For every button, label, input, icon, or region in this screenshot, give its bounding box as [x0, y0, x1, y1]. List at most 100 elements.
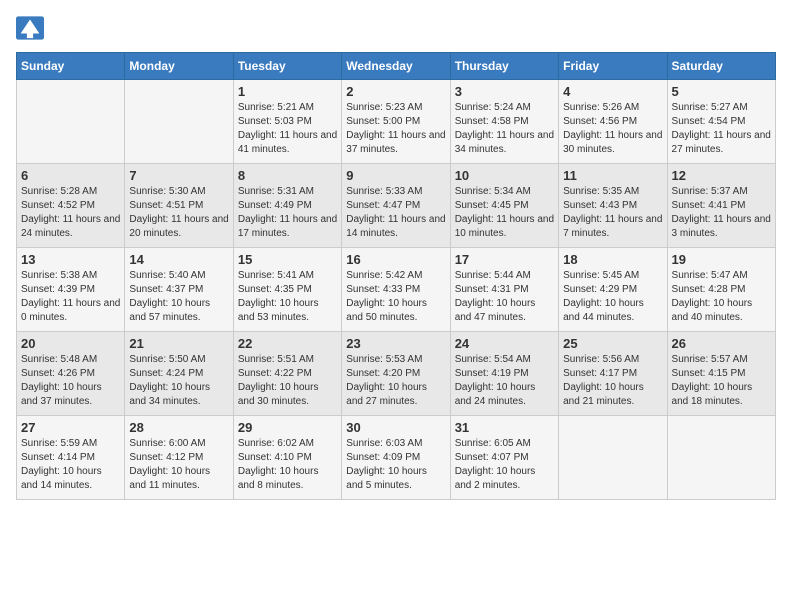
calendar-cell: 28 Sunrise: 6:00 AM Sunset: 4:12 PM Dayli…: [125, 416, 233, 500]
calendar-cell: 9 Sunrise: 5:33 AM Sunset: 4:47 PM Daylig…: [342, 164, 450, 248]
day-info: Sunrise: 5:30 AM Sunset: 4:51 PM Dayligh…: [129, 185, 228, 241]
day-number: 12: [672, 168, 771, 183]
page-header: [16, 16, 776, 40]
day-info: Sunrise: 5:41 AM Sunset: 4:35 PM Dayligh…: [238, 269, 337, 325]
day-info: Sunrise: 5:57 AM Sunset: 4:15 PM Dayligh…: [672, 353, 771, 409]
calendar-cell: 16Sunrise: 5:42 AM Sunset: 4:33 PM Dayli…: [342, 248, 450, 332]
day-number: 17: [455, 252, 554, 267]
calendar-week-row: 1 Sunrise: 5:21 AM Sunset: 5:03 PM Daylig…: [17, 80, 776, 164]
day-info: Sunrise: 6:00 AM Sunset: 4:12 PM Dayligh…: [129, 437, 228, 493]
day-number: 15: [238, 252, 337, 267]
day-info: Sunrise: 5:24 AM Sunset: 4:58 PM Dayligh…: [455, 101, 554, 157]
calendar-cell: 19 Sunrise: 5:47 AM Sunset: 4:28 PM Dayli…: [667, 248, 775, 332]
day-info: Sunrise: 5:26 AM Sunset: 4:56 PM Dayligh…: [563, 101, 662, 157]
weekday-header: Monday: [125, 53, 233, 80]
calendar-cell: 5Sunrise: 5:27 AM Sunset: 4:54 PM Daylig…: [667, 80, 775, 164]
day-info: Sunrise: 5:31 AM Sunset: 4:49 PM Dayligh…: [238, 185, 337, 241]
day-number: 11: [563, 168, 662, 183]
day-info: Sunrise: 5:28 AM Sunset: 4:52 PM Dayligh…: [21, 185, 120, 241]
day-info: Sunrise: 5:53 AM Sunset: 4:20 PM Dayligh…: [346, 353, 445, 409]
calendar-cell: 22Sunrise: 5:51 AM Sunset: 4:22 PM Dayli…: [233, 332, 341, 416]
day-info: Sunrise: 5:21 AM Sunset: 5:03 PM Dayligh…: [238, 101, 337, 157]
calendar-week-row: 27 Sunrise: 5:59 AM Sunset: 4:14 PM Dayli…: [17, 416, 776, 500]
calendar-cell: 31 Sunrise: 6:05 AM Sunset: 4:07 PM Dayli…: [450, 416, 558, 500]
day-info: Sunrise: 5:59 AM Sunset: 4:14 PM Dayligh…: [21, 437, 120, 493]
day-info: Sunrise: 5:50 AM Sunset: 4:24 PM Dayligh…: [129, 353, 228, 409]
day-info: Sunrise: 5:56 AM Sunset: 4:17 PM Dayligh…: [563, 353, 662, 409]
calendar-cell: 30 Sunrise: 6:03 AM Sunset: 4:09 PM Dayli…: [342, 416, 450, 500]
calendar-cell: 27 Sunrise: 5:59 AM Sunset: 4:14 PM Dayli…: [17, 416, 125, 500]
day-number: 24: [455, 336, 554, 351]
day-info: Sunrise: 5:40 AM Sunset: 4:37 PM Dayligh…: [129, 269, 228, 325]
calendar-cell: 11 Sunrise: 5:35 AM Sunset: 4:43 PM Dayli…: [559, 164, 667, 248]
day-info: Sunrise: 5:51 AM Sunset: 4:22 PM Dayligh…: [238, 353, 337, 409]
day-info: Sunrise: 5:35 AM Sunset: 4:43 PM Dayligh…: [563, 185, 662, 241]
day-number: 25: [563, 336, 662, 351]
calendar-week-row: 6 Sunrise: 5:28 AM Sunset: 4:52 PM Daylig…: [17, 164, 776, 248]
day-number: 6: [21, 168, 120, 183]
calendar-cell: 4 Sunrise: 5:26 AM Sunset: 4:56 PM Daylig…: [559, 80, 667, 164]
calendar-week-row: 13 Sunrise: 5:38 AM Sunset: 4:39 PM Dayli…: [17, 248, 776, 332]
calendar-cell: 3Sunrise: 5:24 AM Sunset: 4:58 PM Daylig…: [450, 80, 558, 164]
calendar-cell: 21Sunrise: 5:50 AM Sunset: 4:24 PM Dayli…: [125, 332, 233, 416]
calendar-header: SundayMondayTuesdayWednesdayThursdayFrid…: [17, 53, 776, 80]
calendar-cell: 6 Sunrise: 5:28 AM Sunset: 4:52 PM Daylig…: [17, 164, 125, 248]
day-number: 1: [238, 84, 337, 99]
day-number: 14: [129, 252, 228, 267]
day-number: 27: [21, 420, 120, 435]
day-number: 16: [346, 252, 445, 267]
day-number: 31: [455, 420, 554, 435]
day-number: 8: [238, 168, 337, 183]
day-number: 30: [346, 420, 445, 435]
calendar-cell: 25 Sunrise: 5:56 AM Sunset: 4:17 PM Dayli…: [559, 332, 667, 416]
day-info: Sunrise: 6:05 AM Sunset: 4:07 PM Dayligh…: [455, 437, 554, 493]
day-info: Sunrise: 5:47 AM Sunset: 4:28 PM Dayligh…: [672, 269, 771, 325]
day-number: 18: [563, 252, 662, 267]
calendar-cell: 2 Sunrise: 5:23 AM Sunset: 5:00 PM Daylig…: [342, 80, 450, 164]
calendar-cell: 7 Sunrise: 5:30 AM Sunset: 4:51 PM Daylig…: [125, 164, 233, 248]
day-info: Sunrise: 5:23 AM Sunset: 5:00 PM Dayligh…: [346, 101, 445, 157]
calendar-week-row: 20Sunrise: 5:48 AM Sunset: 4:26 PM Dayli…: [17, 332, 776, 416]
day-info: Sunrise: 5:54 AM Sunset: 4:19 PM Dayligh…: [455, 353, 554, 409]
calendar-cell: [667, 416, 775, 500]
day-info: Sunrise: 5:48 AM Sunset: 4:26 PM Dayligh…: [21, 353, 120, 409]
day-info: Sunrise: 5:34 AM Sunset: 4:45 PM Dayligh…: [455, 185, 554, 241]
day-number: 13: [21, 252, 120, 267]
logo-icon: [16, 16, 44, 40]
calendar-cell: 18 Sunrise: 5:45 AM Sunset: 4:29 PM Dayli…: [559, 248, 667, 332]
weekday-header: Tuesday: [233, 53, 341, 80]
day-number: 7: [129, 168, 228, 183]
weekday-header: Thursday: [450, 53, 558, 80]
weekday-header: Saturday: [667, 53, 775, 80]
calendar-cell: 20Sunrise: 5:48 AM Sunset: 4:26 PM Dayli…: [17, 332, 125, 416]
day-number: 28: [129, 420, 228, 435]
day-info: Sunrise: 6:03 AM Sunset: 4:09 PM Dayligh…: [346, 437, 445, 493]
day-info: Sunrise: 5:45 AM Sunset: 4:29 PM Dayligh…: [563, 269, 662, 325]
weekday-header: Sunday: [17, 53, 125, 80]
day-info: Sunrise: 5:38 AM Sunset: 4:39 PM Dayligh…: [21, 269, 120, 325]
calendar-table: SundayMondayTuesdayWednesdayThursdayFrid…: [16, 52, 776, 500]
calendar-cell: 26Sunrise: 5:57 AM Sunset: 4:15 PM Dayli…: [667, 332, 775, 416]
calendar-cell: 10 Sunrise: 5:34 AM Sunset: 4:45 PM Dayli…: [450, 164, 558, 248]
day-number: 2: [346, 84, 445, 99]
weekday-header: Wednesday: [342, 53, 450, 80]
day-number: 10: [455, 168, 554, 183]
day-info: Sunrise: 6:02 AM Sunset: 4:10 PM Dayligh…: [238, 437, 337, 493]
logo: [16, 16, 48, 40]
day-number: 9: [346, 168, 445, 183]
day-number: 4: [563, 84, 662, 99]
day-number: 29: [238, 420, 337, 435]
calendar-cell: 29 Sunrise: 6:02 AM Sunset: 4:10 PM Dayli…: [233, 416, 341, 500]
calendar-cell: 24 Sunrise: 5:54 AM Sunset: 4:19 PM Dayli…: [450, 332, 558, 416]
day-number: 19: [672, 252, 771, 267]
day-info: Sunrise: 5:37 AM Sunset: 4:41 PM Dayligh…: [672, 185, 771, 241]
day-info: Sunrise: 5:33 AM Sunset: 4:47 PM Dayligh…: [346, 185, 445, 241]
day-info: Sunrise: 5:27 AM Sunset: 4:54 PM Dayligh…: [672, 101, 771, 157]
calendar-cell: [17, 80, 125, 164]
calendar-cell: 14 Sunrise: 5:40 AM Sunset: 4:37 PM Dayli…: [125, 248, 233, 332]
day-number: 23: [346, 336, 445, 351]
weekday-header: Friday: [559, 53, 667, 80]
calendar-cell: 1 Sunrise: 5:21 AM Sunset: 5:03 PM Daylig…: [233, 80, 341, 164]
calendar-cell: 13 Sunrise: 5:38 AM Sunset: 4:39 PM Dayli…: [17, 248, 125, 332]
calendar-cell: 8 Sunrise: 5:31 AM Sunset: 4:49 PM Daylig…: [233, 164, 341, 248]
